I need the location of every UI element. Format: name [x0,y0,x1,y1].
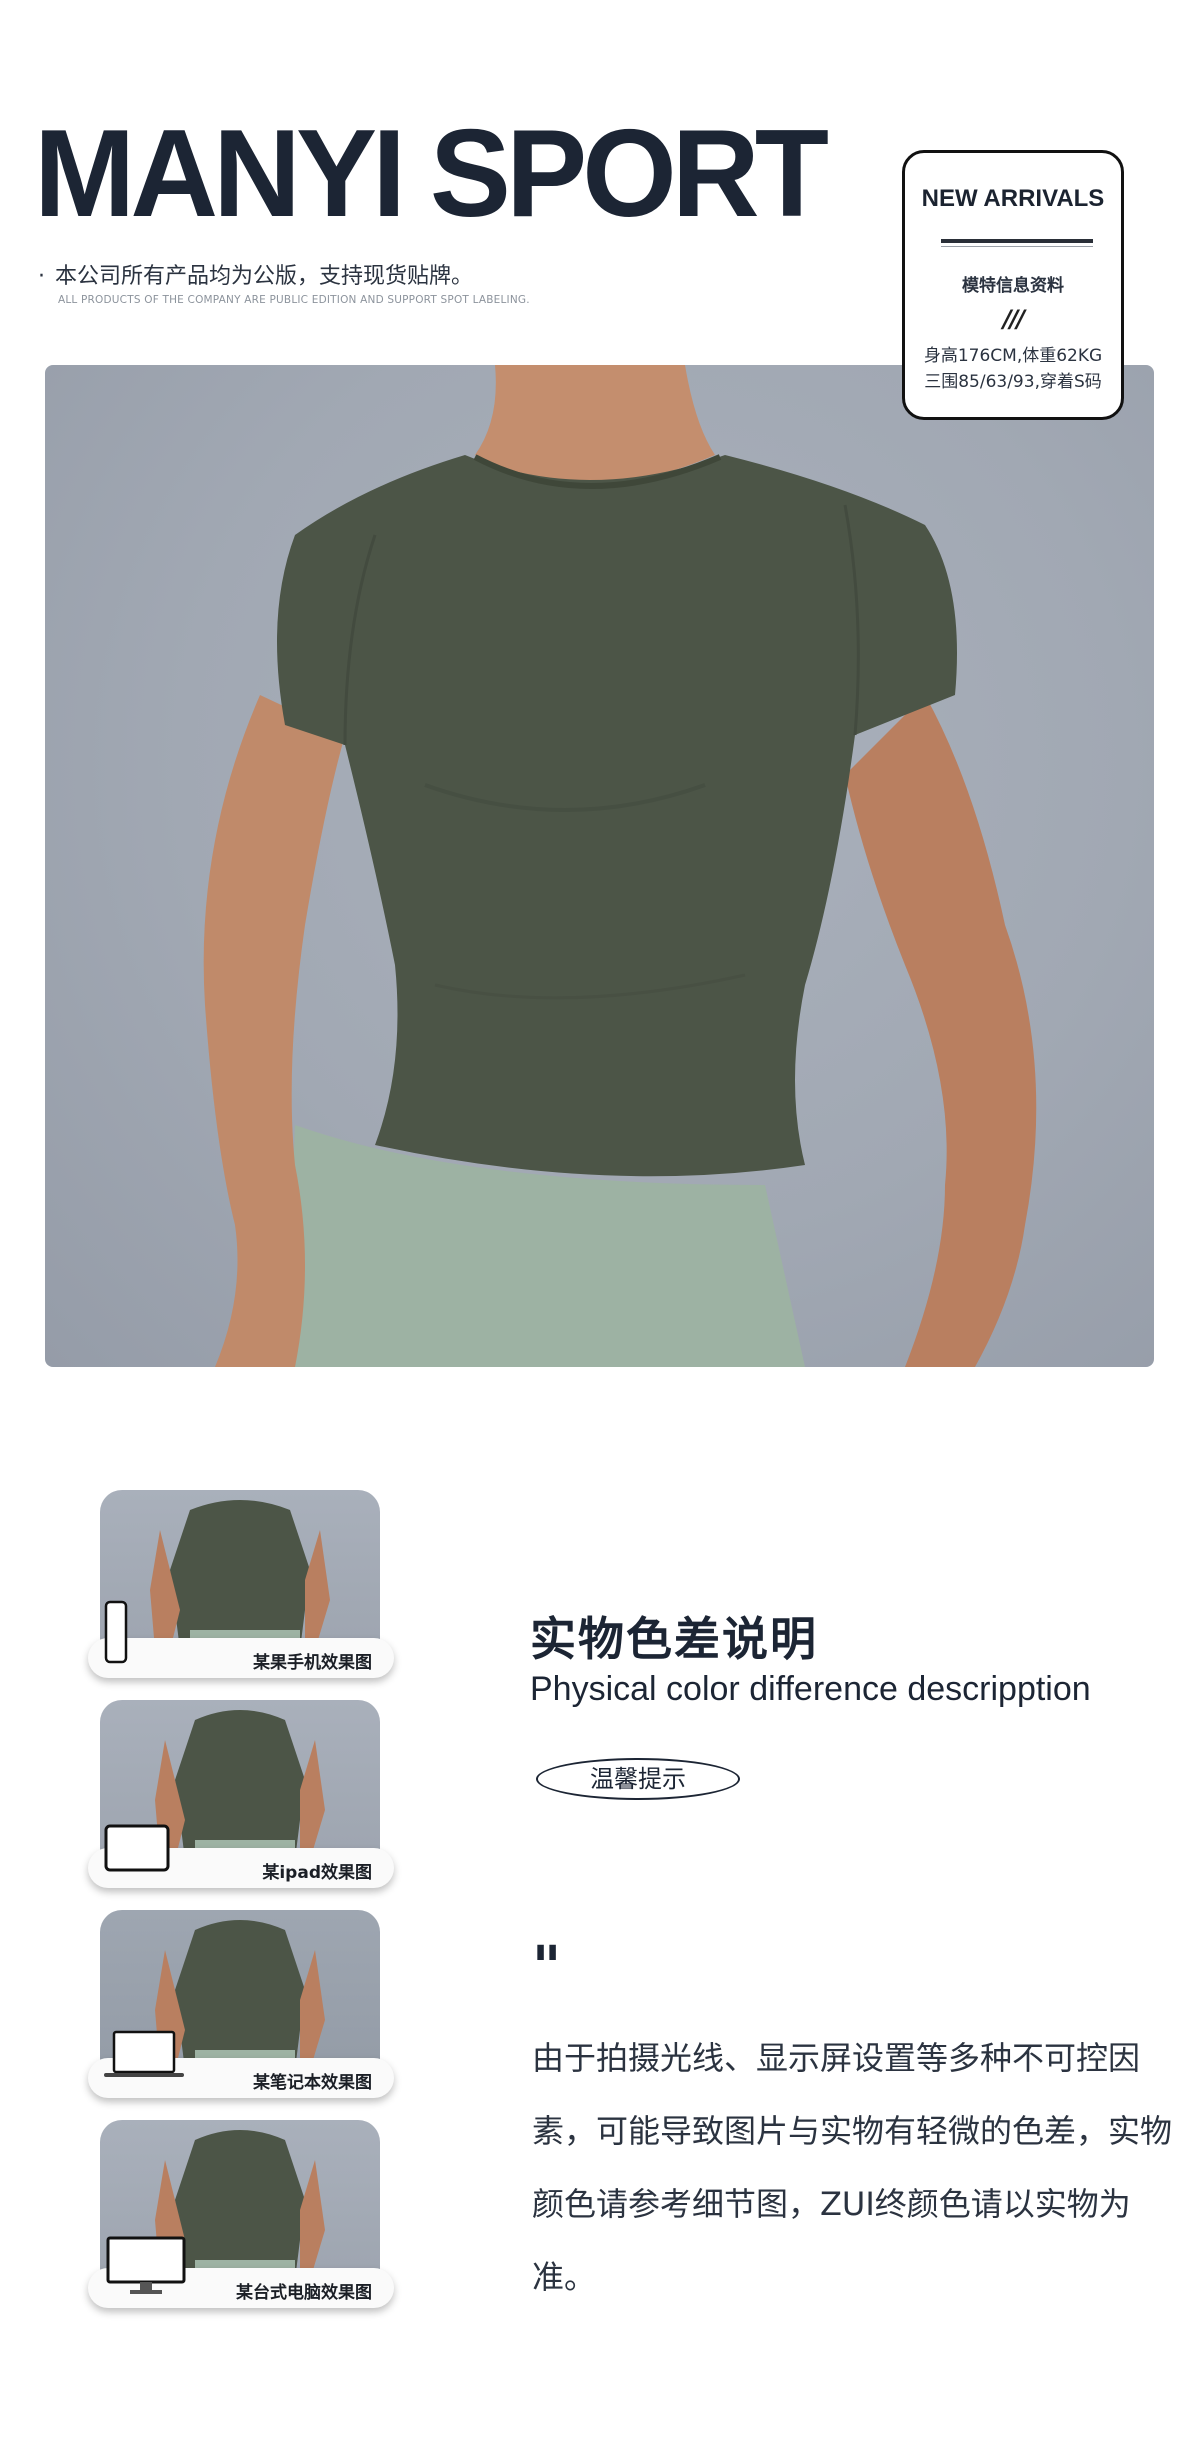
notice-cn: · 本公司所有产品均为公版，支持现货贴牌。 [38,264,474,289]
preview-label: 某台式电脑效果图 [236,2283,372,2303]
model-card-title: NEW ARRIVALS [921,185,1105,212]
notice-cn-text: 本公司所有产品均为公版，支持现货贴牌。 [55,264,474,289]
model-card-divider-thin [941,246,1093,247]
color-note-body: 由于拍摄光线、显示屏设置等多种不可控因素，可能导致图片与实物有轻微的色差，实物颜… [532,2039,1173,2296]
phone-icon [104,1600,128,1664]
color-note-subtitle: Physical color difference descripption [530,1670,1091,1708]
tablet-icon [104,1824,170,1872]
quote-mark-icon: " [532,1935,561,2000]
model-card-divider [941,239,1093,243]
preview-label: 某ipad效果图 [262,1863,372,1883]
model-measurements: 三围85/63/93,穿着S码 [924,372,1102,392]
tip-badge: 温馨提示 [536,1758,740,1800]
preview-desktop: 某台式电脑效果图 [88,2120,394,2310]
model-height-weight: 身高176CM,体重62KG [923,346,1103,366]
desktop-monitor-icon [106,2236,186,2294]
preview-label: 某果手机效果图 [253,1653,372,1673]
preview-tablet: 某ipad效果图 [88,1700,394,1890]
right-arm [845,695,1037,1367]
model-info-label: 模特信息资料 [962,276,1064,296]
notice-en: ALL PRODUCTS OF THE COMPANY ARE PUBLIC E… [58,294,530,306]
preview-image [100,1490,380,1650]
preview-label: 某笔记本效果图 [253,2073,372,2093]
model-info-card: NEW ARRIVALS 模特信息资料 /// 身高176CM,体重62KG 三… [902,150,1124,420]
neck [475,365,715,485]
brand-title: MANYI SPORT [34,105,829,243]
preview-laptop: 某笔记本效果图 [88,1910,394,2100]
model-illustration [203,365,1037,1367]
preview-phone: 某果手机效果图 [88,1490,394,1680]
slash-glyph: /// [1002,305,1025,333]
color-note-title: 实物色差说明 [530,1612,818,1666]
product-hero-photo [45,365,1154,1367]
laptop-icon [104,2030,184,2077]
preview-label-bar: 某果手机效果图 [88,1638,394,1678]
